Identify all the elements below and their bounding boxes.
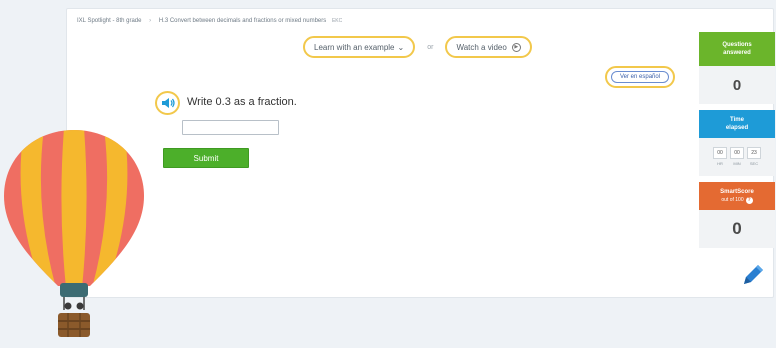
time-minutes-label: MIN	[733, 161, 741, 166]
answer-input[interactable]	[182, 120, 279, 135]
smartscore-value: 0	[699, 210, 775, 248]
time-elapsed-header: Time elapsed	[699, 110, 775, 138]
learn-with-example-button[interactable]: Learn with an example ⌄	[303, 36, 416, 58]
help-bar: Learn with an example ⌄ or Watch a video…	[303, 36, 532, 58]
spanish-toggle-button[interactable]: Ver en español	[611, 71, 670, 83]
smartscore-header: SmartScore out of 100 ?	[699, 182, 775, 210]
smartscore-title: SmartScore	[720, 189, 754, 195]
speaker-icon	[161, 98, 175, 108]
or-separator: or	[427, 43, 434, 51]
breadcrumb-skill: H.3 Convert between decimals and fractio…	[158, 18, 327, 24]
time-hours: 00 HR	[713, 147, 727, 166]
breadcrumb: IXL Spotlight - 8th grade › H.3 Convert …	[77, 18, 342, 24]
skill-code: EKC	[331, 18, 343, 24]
questions-title-line1: Questions	[722, 42, 752, 48]
questions-title-line2: answered	[723, 50, 751, 56]
questions-answered-value: 0	[699, 66, 775, 104]
time-hours-value: 00	[713, 147, 727, 159]
stats-sidebar: Questions answered 0 Time elapsed 00 HR …	[699, 32, 775, 252]
breadcrumb-separator: ›	[149, 18, 152, 24]
time-seconds: 23 SEC	[747, 147, 761, 166]
time-title-line1: Time	[730, 117, 744, 123]
questions-answered-header: Questions answered	[699, 32, 775, 66]
time-seconds-label: SEC	[749, 161, 759, 166]
learn-with-example-label: Learn with an example	[314, 42, 395, 52]
play-circle-icon: ▶	[511, 42, 521, 52]
smartscore-subtitle: out of 100	[721, 197, 744, 203]
watch-video-label: Watch a video	[456, 42, 507, 52]
question-text: Write 0.3 as a fraction.	[187, 96, 297, 108]
time-title-line2: elapsed	[725, 125, 749, 131]
practice-panel: IXL Spotlight - 8th grade › H.3 Convert …	[66, 8, 775, 298]
spanish-highlight: Ver en español	[605, 66, 676, 88]
hot-air-balloon-icon	[4, 130, 144, 337]
time-elapsed-display: 00 HR 00 MIN 23 SEC	[699, 138, 775, 176]
time-hours-label: HR	[717, 161, 723, 166]
time-minutes-value: 00	[730, 147, 744, 159]
chevron-down-icon: ⌄	[397, 42, 405, 52]
time-minutes: 00 MIN	[730, 147, 744, 166]
watch-video-button[interactable]: Watch a video ▶	[445, 36, 532, 58]
speaker-button[interactable]	[155, 91, 180, 115]
breadcrumb-course[interactable]: IXL Spotlight - 8th grade	[77, 18, 142, 24]
submit-button[interactable]: Submit	[163, 148, 249, 168]
time-seconds-value: 23	[747, 147, 761, 159]
pencil-icon[interactable]	[738, 262, 766, 290]
smartscore-subtitle-row: out of 100 ?	[721, 196, 753, 204]
info-icon[interactable]: ?	[745, 196, 753, 204]
